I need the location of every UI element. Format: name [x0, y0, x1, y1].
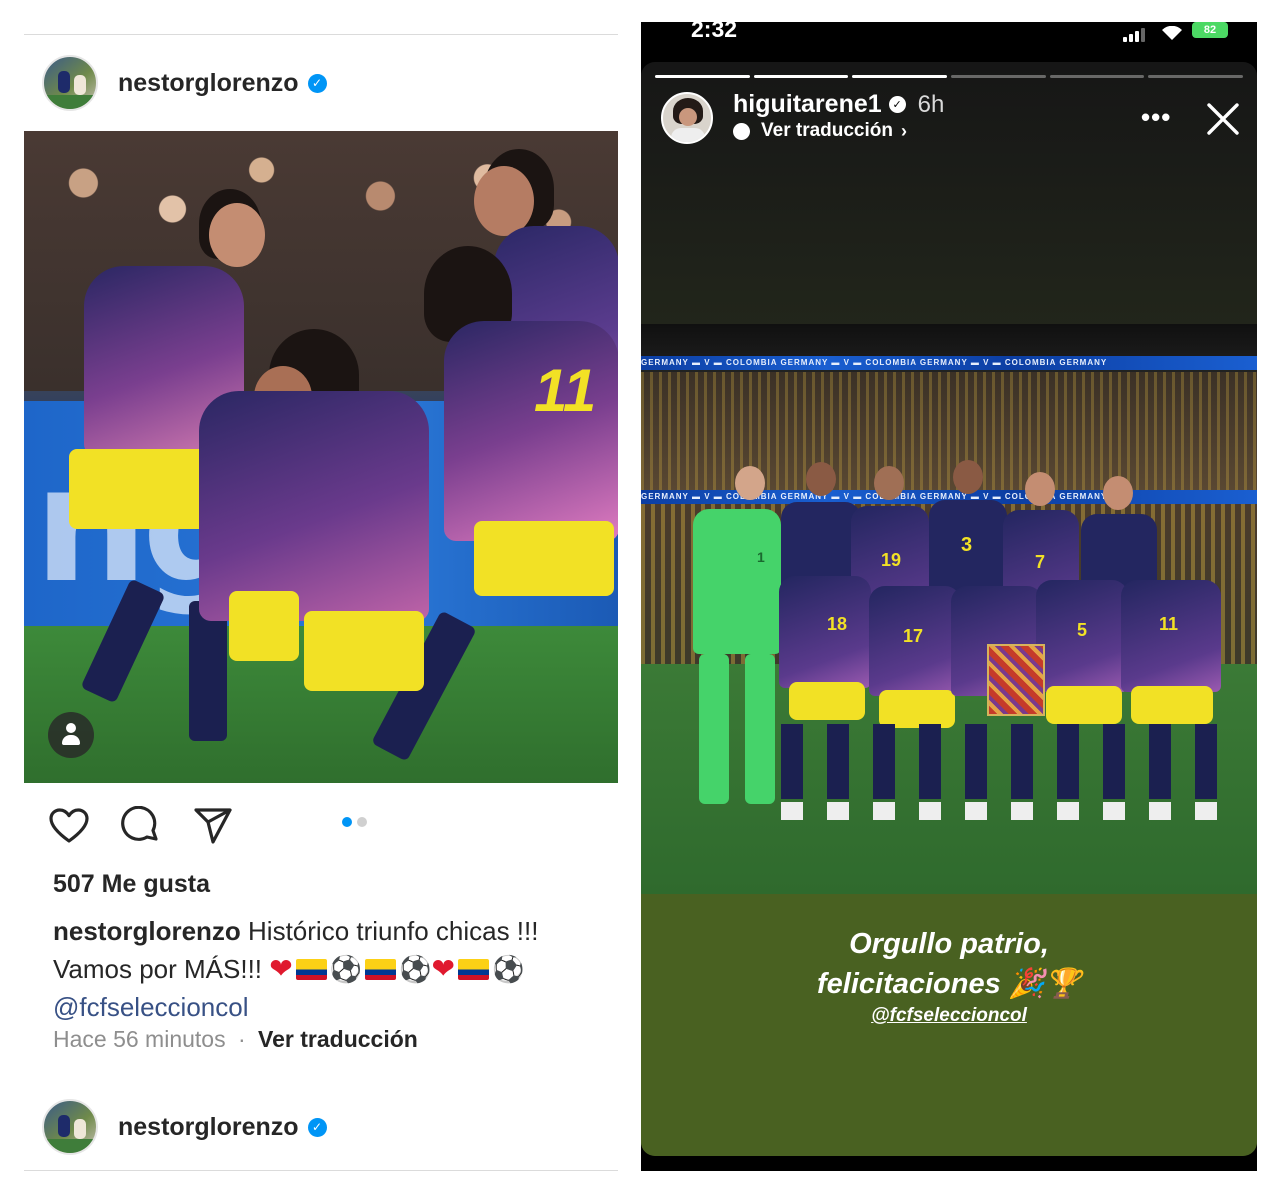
post-actions: [48, 806, 264, 846]
share-button[interactable]: [192, 805, 234, 847]
jersey-number: 17: [903, 626, 924, 646]
meta-separator: ·: [237, 1026, 246, 1052]
story-username[interactable]: higuitarene1: [733, 90, 882, 119]
cellular-signal-icon: [1123, 28, 1145, 42]
more-options-icon[interactable]: •••: [1141, 102, 1171, 133]
post-caption: nestorglorenzo Histórico triunfo chicas …: [53, 912, 618, 1026]
story-text-line-2: felicitaciones 🎉🏆: [816, 968, 1082, 1000]
story-text-line-1: Orgullo patrio,: [849, 928, 1049, 960]
post-timestamp: Hace 56 minutos: [53, 1026, 226, 1052]
player-18: [779, 576, 871, 688]
red-heart-emoji: ❤: [269, 953, 293, 984]
battery-icon: 82: [1192, 22, 1228, 38]
colombia-flag-emoji: [295, 959, 327, 980]
player-number-11: [444, 321, 618, 541]
stadium-stands: [641, 372, 1257, 492]
player-head: [209, 203, 265, 267]
carousel-dot-active: [342, 817, 352, 827]
stadium-led-banner-top: GERMANY ▬ V ▬ COLOMBIA GERMANY ▬ V ▬ COL…: [641, 356, 1257, 370]
next-post-header: nestorglorenzo ✓: [42, 1099, 327, 1155]
chevron-right-icon: ›: [901, 120, 907, 141]
story-team-photo: GERMANY ▬ V ▬ COLOMBIA GERMANY ▬ V ▬ COL…: [641, 324, 1257, 894]
jersey-number: 3: [961, 534, 973, 556]
player-kneeling: [199, 391, 429, 621]
verified-badge-icon: ✓: [307, 73, 327, 93]
jersey-number: 7: [1035, 552, 1046, 572]
status-time: 2:32: [691, 22, 738, 42]
story-card[interactable]: higuitarene1 ✓ 6h Ver traducción › ••• G…: [641, 62, 1257, 1156]
story-translate-link[interactable]: Ver traducción ›: [733, 120, 907, 142]
verified-badge-icon: ✓: [888, 96, 906, 113]
colombia-flag-emoji: [457, 959, 489, 980]
red-heart-emoji: ❤: [431, 953, 455, 984]
caption-line-2: Vamos por MÁS!!!: [53, 954, 263, 984]
jersey-number: 18: [827, 614, 848, 634]
story-author-avatar[interactable]: [661, 92, 713, 144]
player-head: [474, 166, 534, 236]
caption-line-1: Histórico triunfo chicas !!!: [248, 916, 539, 946]
story-progress-bar: [655, 75, 1244, 78]
team-pennant: [987, 644, 1045, 716]
caption-mention[interactable]: @fcfseleccioncol: [53, 992, 248, 1022]
caption-username[interactable]: nestorglorenzo: [53, 916, 241, 946]
close-icon[interactable]: [1206, 102, 1240, 136]
jersey-number: 5: [1077, 620, 1088, 640]
jersey-number: 1: [757, 549, 765, 565]
post-photo[interactable]: ngol 11: [24, 131, 618, 783]
share-icon: [194, 808, 232, 844]
verified-badge-icon: ✓: [307, 1117, 327, 1137]
comment-button[interactable]: [120, 805, 162, 847]
colombia-flag-emoji: [365, 959, 397, 980]
likes-count[interactable]: 507 Me gusta: [53, 870, 210, 899]
post-author-username[interactable]: nestorglorenzo: [118, 69, 299, 98]
carousel-indicator: [342, 817, 367, 827]
translate-bubble-icon: [733, 122, 750, 140]
story-author: higuitarene1 ✓ 6h: [733, 90, 944, 119]
story-mention-sticker[interactable]: @fcfseleccioncol: [641, 1005, 1257, 1027]
player-11: [1121, 580, 1221, 692]
story-translate-label: Ver traducción: [761, 120, 893, 141]
goalkeeper: [693, 509, 781, 654]
story-time: 6h: [917, 90, 945, 118]
jersey-number: 11: [1159, 614, 1179, 634]
jersey-number: 19: [881, 550, 902, 570]
carousel-dot: [357, 817, 367, 827]
like-button[interactable]: [48, 805, 90, 847]
post-header: nestorglorenzo ✓: [42, 55, 327, 111]
instagram-story-screen: 2:32 82 higuitarene1 ✓ 6h Ver traducción…: [641, 22, 1257, 1171]
tagged-users-icon[interactable]: [48, 712, 94, 758]
soccer-ball-emoji: ⚽: [399, 954, 432, 984]
next-post-author-avatar[interactable]: [42, 1099, 98, 1155]
top-divider: [24, 34, 618, 35]
heart-icon: [49, 808, 89, 843]
bottom-divider: [24, 1170, 618, 1171]
post-author-avatar[interactable]: [42, 55, 98, 111]
soccer-ball-emoji: ⚽: [491, 954, 525, 984]
comment-icon: [121, 806, 158, 841]
status-bar: 2:32 82: [641, 22, 1257, 62]
instagram-feed-post: nestorglorenzo ✓ ngol 11: [24, 0, 618, 1195]
wifi-icon: [1162, 26, 1182, 40]
next-post-author-username[interactable]: nestorglorenzo: [118, 1113, 299, 1142]
soccer-ball-emoji: ⚽: [329, 954, 363, 984]
see-translation-link[interactable]: Ver traducción: [258, 1026, 418, 1052]
post-meta: Hace 56 minutos · Ver traducción: [53, 1026, 418, 1053]
